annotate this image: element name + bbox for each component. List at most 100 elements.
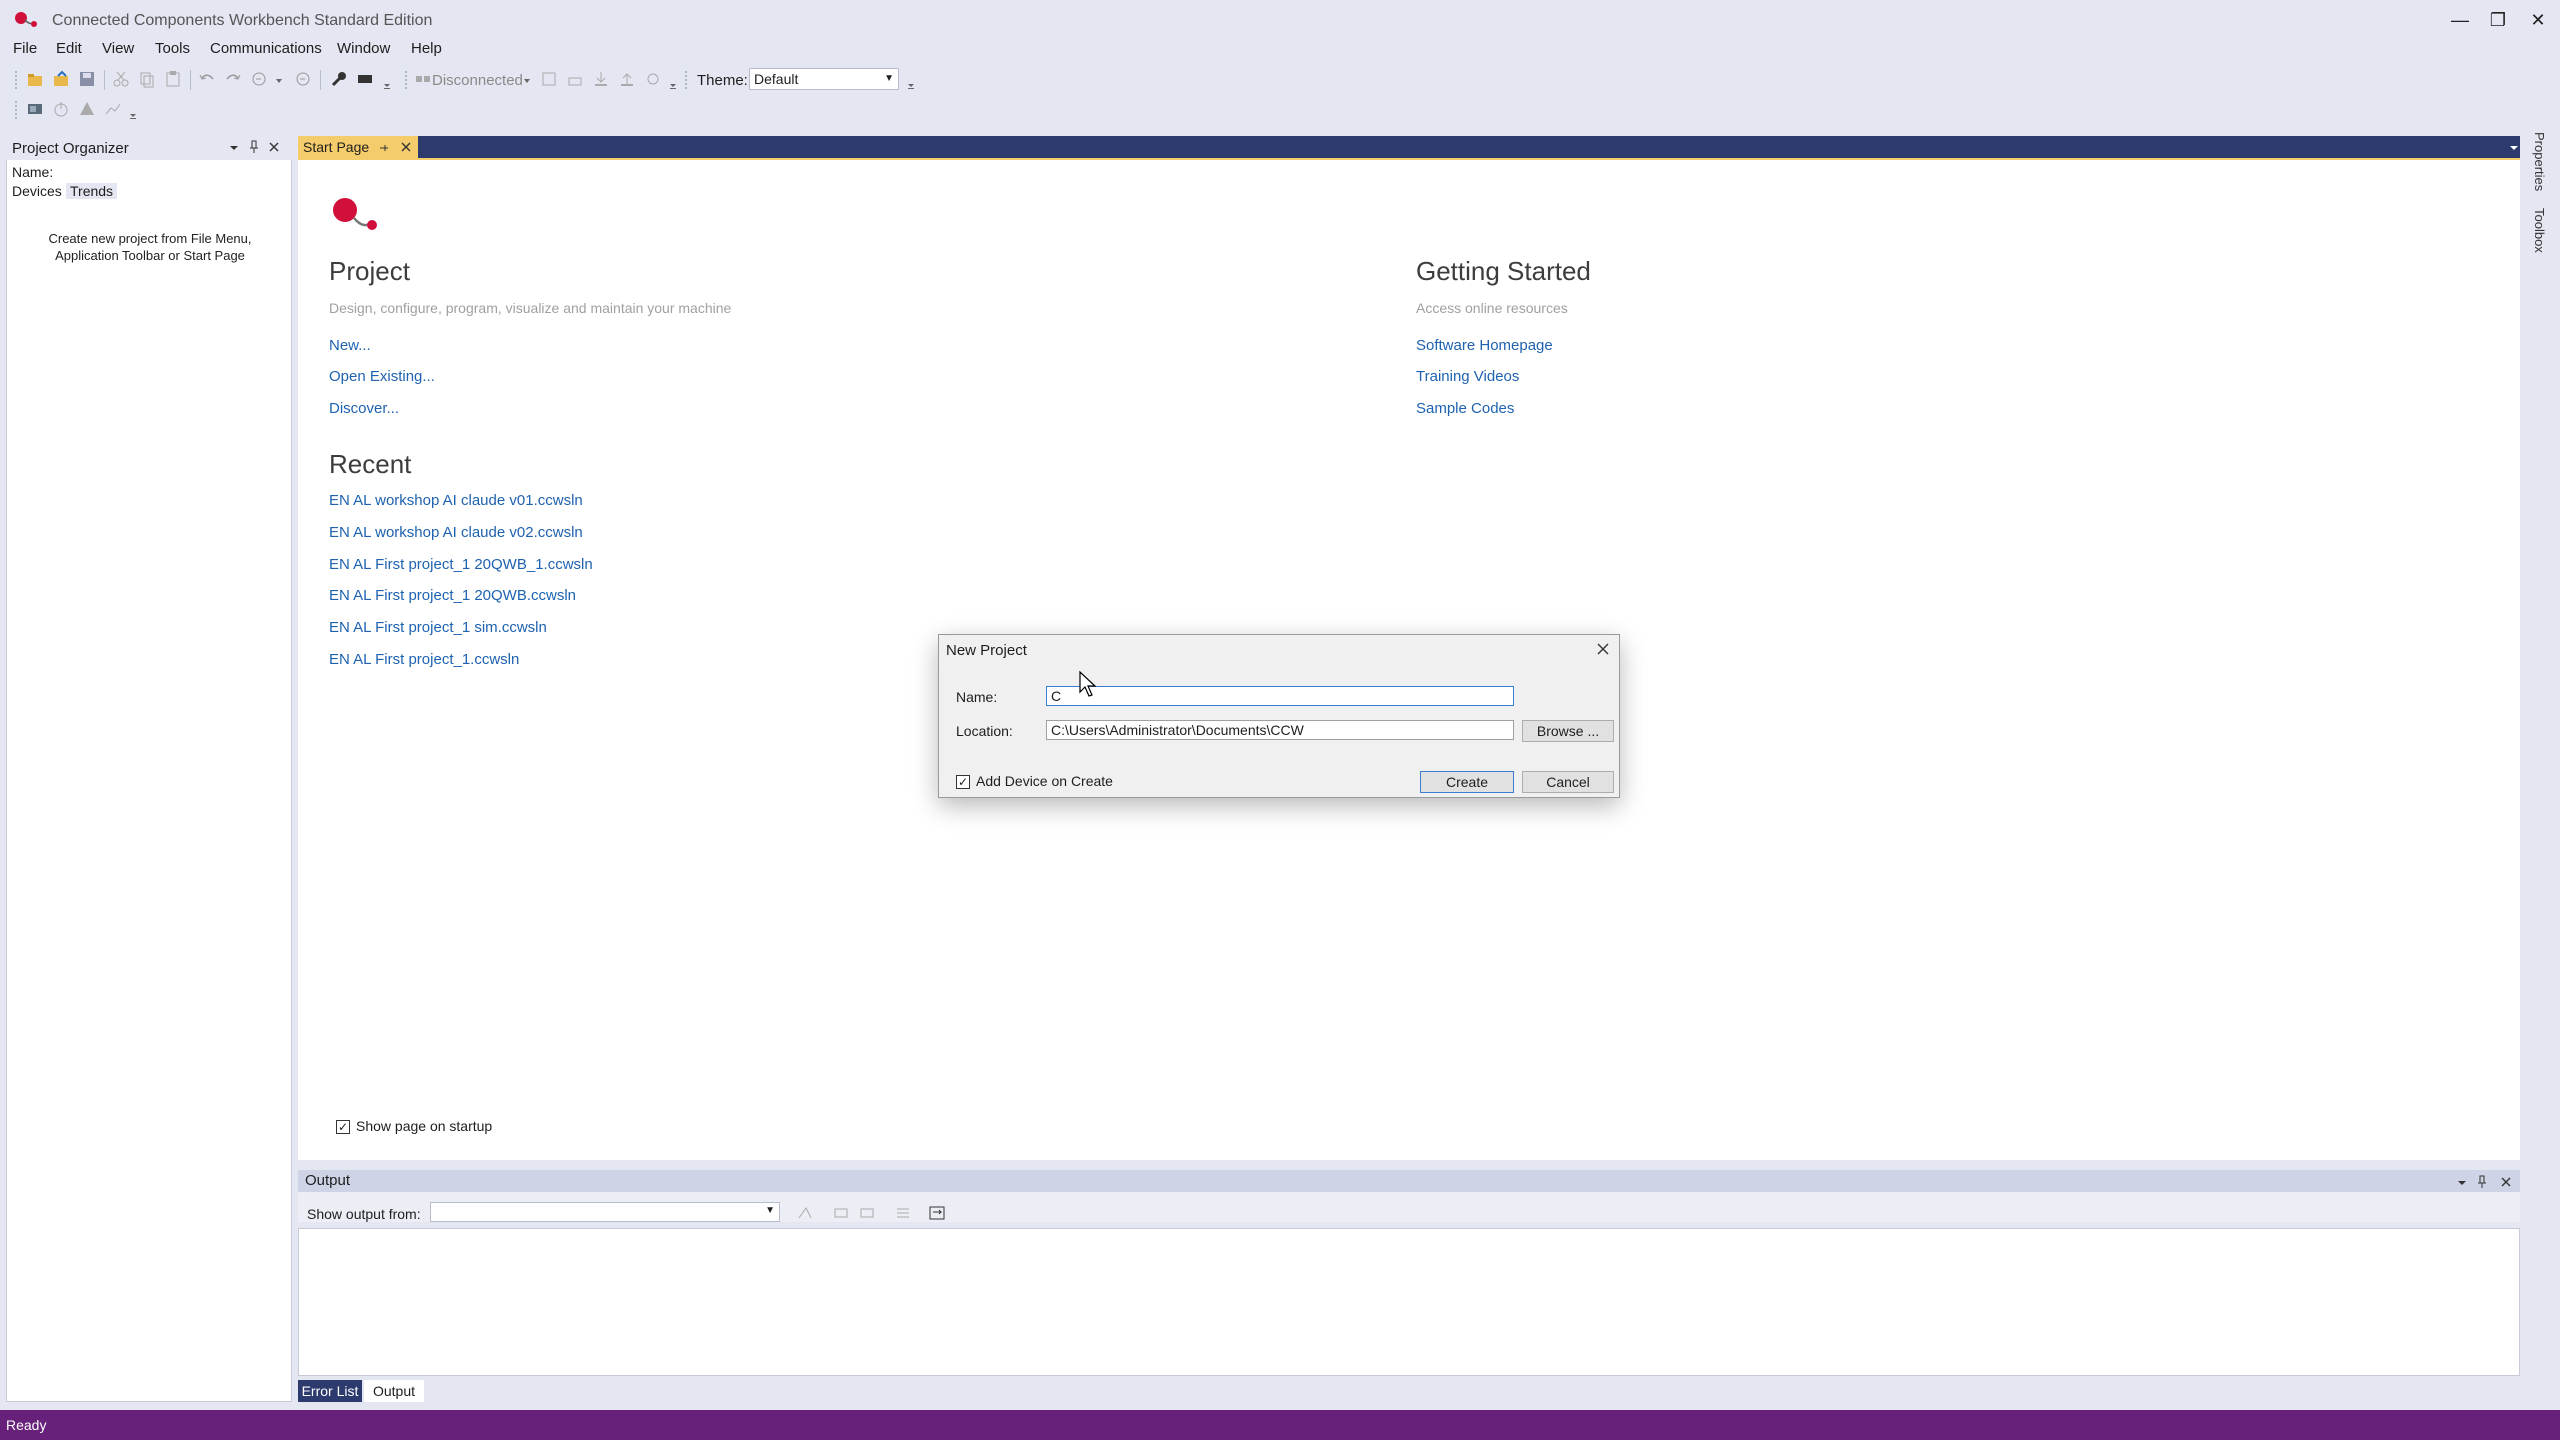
chevron-down-icon[interactable] xyxy=(522,72,532,90)
close-icon[interactable] xyxy=(400,141,412,153)
tab-trends[interactable]: Trends xyxy=(66,183,118,199)
close-window-button[interactable]: ✕ xyxy=(2518,4,2558,36)
find-message-icon[interactable] xyxy=(796,1204,814,1222)
download-arrow-icon[interactable] xyxy=(592,70,610,88)
menu-view[interactable]: View xyxy=(102,38,134,60)
menu-help[interactable]: Help xyxy=(411,38,442,60)
chevron-down-icon: ▼ xyxy=(884,73,894,84)
project-organizer-panel xyxy=(6,136,292,1402)
dialog-location-label: Location: xyxy=(956,723,1013,739)
start-page-logo-icon xyxy=(333,198,377,230)
word-wrap-icon[interactable] xyxy=(928,1204,946,1222)
debug-icon[interactable] xyxy=(644,70,662,88)
minimize-button[interactable]: — xyxy=(2440,4,2480,36)
training-videos-link[interactable]: Training Videos xyxy=(1416,368,1519,385)
toolbar-separator xyxy=(190,70,191,90)
theme-select[interactable]: Default ▼ xyxy=(749,68,899,90)
project-name-label: Name: xyxy=(12,164,54,180)
toolbar-overflow-icon[interactable] xyxy=(668,76,678,94)
project-name-input[interactable]: C xyxy=(1046,686,1514,706)
add-device-label: Add Device on Create xyxy=(976,773,1113,789)
toolbar-grip[interactable] xyxy=(14,70,18,90)
tab-error-list[interactable]: Error List xyxy=(298,1380,362,1402)
recent-item[interactable]: EN AL workshop AI claude v01.ccwsln xyxy=(329,492,583,509)
device-icon[interactable] xyxy=(356,70,374,88)
pin-icon[interactable] xyxy=(248,140,260,154)
menu-edit[interactable]: Edit xyxy=(56,38,82,60)
open-project-icon[interactable] xyxy=(52,70,70,88)
recent-item[interactable]: EN AL First project_1 20QWB.ccwsln xyxy=(329,587,576,604)
paste-icon[interactable] xyxy=(164,70,182,88)
output-text-area[interactable] xyxy=(298,1228,2520,1376)
prev-message-icon[interactable] xyxy=(832,1204,850,1222)
chart-icon[interactable] xyxy=(104,100,122,118)
chevron-down-icon[interactable] xyxy=(2508,142,2520,154)
menu-window[interactable]: Window xyxy=(337,38,390,60)
add-device-checkbox[interactable]: ✓ xyxy=(956,775,970,790)
save-icon[interactable] xyxy=(78,70,96,88)
build-icon[interactable] xyxy=(26,100,44,118)
toolbar-grip[interactable] xyxy=(14,100,18,120)
properties-side-tab[interactable]: Properties xyxy=(2532,132,2547,191)
window-title: Connected Components Workbench Standard … xyxy=(52,12,433,29)
new-project-icon[interactable] xyxy=(26,70,44,88)
menu-communications[interactable]: Communications xyxy=(210,38,322,60)
cut-icon[interactable] xyxy=(112,70,130,88)
cancel-button[interactable]: Cancel xyxy=(1522,771,1614,793)
connection-icon xyxy=(416,76,430,82)
sample-codes-link[interactable]: Sample Codes xyxy=(1416,400,1514,417)
restore-button[interactable]: ❐ xyxy=(2478,4,2518,36)
pin-icon[interactable] xyxy=(378,142,390,154)
close-icon[interactable] xyxy=(2500,1176,2512,1188)
chevron-down-icon[interactable] xyxy=(2456,1177,2468,1189)
power-icon[interactable] xyxy=(52,100,70,118)
undo-icon[interactable] xyxy=(198,70,216,88)
hint-line: Application Toolbar or Start Page xyxy=(55,248,245,263)
pin-icon[interactable] xyxy=(2476,1175,2488,1189)
navigate-back-icon[interactable] xyxy=(250,70,268,88)
output-panel-header xyxy=(298,1170,2520,1192)
close-icon[interactable] xyxy=(268,141,280,153)
output-source-select[interactable]: ▼ xyxy=(430,1202,780,1222)
toolbar-overflow-icon[interactable] xyxy=(128,106,138,124)
tab-devices[interactable]: Devices xyxy=(12,183,62,199)
show-on-startup-checkbox[interactable]: ✓ xyxy=(336,1120,350,1135)
toolbox-side-tab[interactable]: Toolbox xyxy=(2532,208,2547,253)
recent-item[interactable]: EN AL First project_1.ccwsln xyxy=(329,651,519,668)
discover-link[interactable]: Discover... xyxy=(329,400,399,417)
clear-all-icon[interactable] xyxy=(894,1204,912,1222)
menu-tools[interactable]: Tools xyxy=(155,38,190,60)
upload-icon[interactable] xyxy=(566,70,584,88)
software-homepage-link[interactable]: Software Homepage xyxy=(1416,337,1553,354)
toolbar-grip[interactable] xyxy=(684,70,688,90)
navigate-forward-icon[interactable] xyxy=(294,70,312,88)
toolbar-overflow-icon[interactable] xyxy=(906,76,916,94)
toolbar-overflow-icon[interactable] xyxy=(382,76,392,94)
recent-item[interactable]: EN AL workshop AI claude v02.ccwsln xyxy=(329,524,583,541)
recent-item[interactable]: EN AL First project_1 20QWB_1.ccwsln xyxy=(329,556,593,573)
warning-icon[interactable] xyxy=(78,100,96,118)
hint-line: Create new project from File Menu, xyxy=(48,231,252,246)
recent-item[interactable]: EN AL First project_1 sim.ccwsln xyxy=(329,619,547,636)
download-icon[interactable] xyxy=(540,70,558,88)
upload-arrow-icon[interactable] xyxy=(618,70,636,88)
copy-icon[interactable] xyxy=(138,70,156,88)
chevron-down-icon[interactable] xyxy=(274,72,284,90)
connection-status[interactable]: Disconnected xyxy=(432,72,523,89)
wrench-icon[interactable] xyxy=(330,70,348,88)
menu-file[interactable]: File xyxy=(13,38,37,60)
chevron-down-icon[interactable] xyxy=(228,142,240,154)
next-message-icon[interactable] xyxy=(858,1204,876,1222)
tab-output[interactable]: Output xyxy=(364,1380,424,1402)
show-on-startup-label: Show page on startup xyxy=(356,1118,493,1134)
toolbar-separator xyxy=(104,70,105,90)
browse-button[interactable]: Browse ... xyxy=(1522,720,1614,742)
open-existing-link[interactable]: Open Existing... xyxy=(329,368,435,385)
dialog-close-icon[interactable] xyxy=(1592,638,1614,660)
toolbar-grip[interactable] xyxy=(404,70,408,90)
add-device-row: ✓ Add Device on Create xyxy=(956,773,1113,790)
project-location-input[interactable]: C:\Users\Administrator\Documents\CCW xyxy=(1046,720,1514,740)
create-button[interactable]: Create xyxy=(1420,771,1514,793)
new-project-link[interactable]: New... xyxy=(329,337,371,354)
redo-icon[interactable] xyxy=(224,70,242,88)
